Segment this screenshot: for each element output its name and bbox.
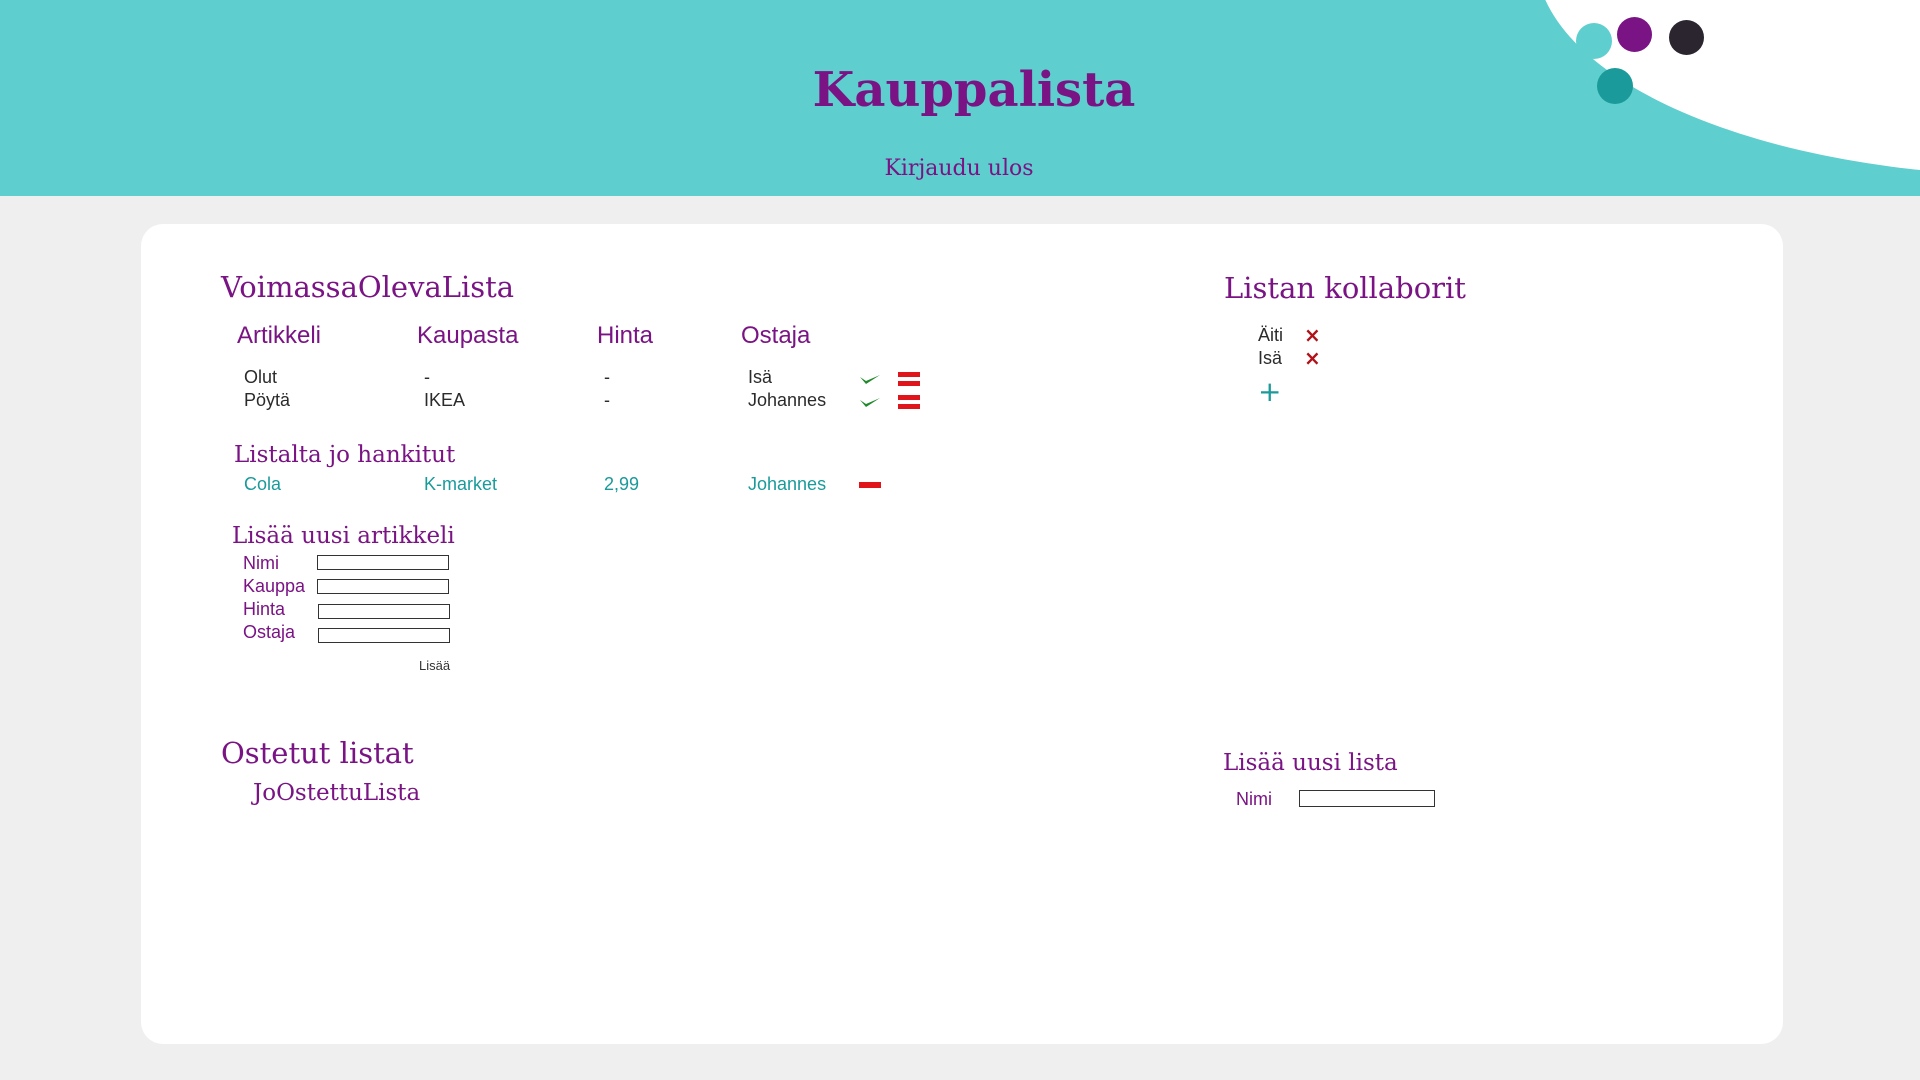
row-price: - xyxy=(604,367,610,387)
item-price-input[interactable] xyxy=(318,604,450,619)
column-header-buyer: Ostaja xyxy=(741,322,811,349)
check-icon[interactable] xyxy=(859,395,881,409)
row-buyer: Johannes xyxy=(748,474,827,494)
field-label-name: Nimi xyxy=(243,553,279,573)
decor-dot-teal xyxy=(1576,23,1612,59)
bought-list-item[interactable]: JoOstettuLista xyxy=(253,780,420,806)
minus-icon[interactable] xyxy=(859,482,881,488)
collaborator-name: Isä xyxy=(1258,348,1283,368)
bought-lists-title: Ostetut listat xyxy=(221,736,414,770)
check-icon[interactable] xyxy=(859,372,881,386)
add-item-title: Lisää uusi artikkeli xyxy=(232,523,455,549)
acquired-title: Listalta jo hankitut xyxy=(234,442,456,468)
equal-icon[interactable] xyxy=(898,395,920,409)
equal-icon[interactable] xyxy=(898,372,920,386)
row-store: IKEA xyxy=(424,390,466,410)
item-store-input[interactable] xyxy=(317,579,449,594)
row-price: - xyxy=(604,390,610,410)
item-buyer-input[interactable] xyxy=(318,628,450,643)
row-price: 2,99 xyxy=(604,474,640,494)
app-title: Kauppalista xyxy=(812,62,1136,118)
add-list-title: Lisää uusi lista xyxy=(1223,750,1398,776)
collaborators-title: Listan kollaborit xyxy=(1224,271,1466,305)
field-label-buyer: Ostaja xyxy=(243,622,296,642)
row-item: Cola xyxy=(244,474,282,494)
list-name-label: Nimi xyxy=(1236,789,1272,809)
column-header-price: Hinta xyxy=(597,322,654,349)
plus-icon[interactable]: + xyxy=(1258,375,1281,408)
header-bar: Kauppalista Kirjaudu ulos xyxy=(0,0,1920,196)
field-label-price: Hinta xyxy=(243,599,286,619)
main-card: VoimassaOlevaLista Artikkeli Kaupasta Hi… xyxy=(141,224,1783,1044)
decor-dot-dark xyxy=(1669,20,1704,55)
field-label-store: Kauppa xyxy=(243,576,306,596)
row-item: Olut xyxy=(244,367,278,387)
row-buyer: Johannes xyxy=(748,390,827,410)
row-store: K-market xyxy=(424,474,498,494)
add-item-button[interactable]: Lisää xyxy=(419,658,450,673)
collaborator-name: Äiti xyxy=(1258,325,1284,345)
row-item: Pöytä xyxy=(244,390,291,410)
current-list-title: VoimassaOlevaLista xyxy=(221,270,515,304)
row-store: - xyxy=(424,367,430,387)
column-header-item: Artikkeli xyxy=(237,322,322,349)
logout-link[interactable]: Kirjaudu ulos xyxy=(0,156,1918,181)
item-name-input[interactable] xyxy=(317,555,449,570)
close-icon[interactable]: × xyxy=(1304,323,1321,347)
decor-dot-purple xyxy=(1617,17,1652,52)
column-header-store: Kaupasta xyxy=(417,322,519,349)
row-buyer: Isä xyxy=(748,367,773,387)
close-icon[interactable]: × xyxy=(1304,346,1321,370)
list-name-input[interactable] xyxy=(1299,790,1435,807)
